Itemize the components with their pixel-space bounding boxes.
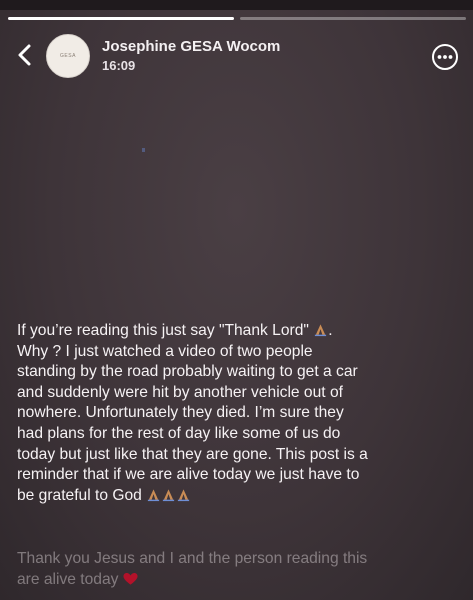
praying-hands-icon	[178, 489, 190, 501]
story-progress-segment-2	[240, 17, 466, 20]
story-progress-segment-1	[8, 17, 234, 20]
story-faded-line-2: are alive today	[17, 570, 119, 588]
status-strip	[0, 0, 473, 10]
back-button[interactable]	[12, 42, 38, 68]
story-text-line-1: If you’re reading this just say "Thank L…	[17, 322, 309, 339]
praying-hands-icon	[315, 324, 327, 337]
post-time: 16:09	[102, 58, 136, 73]
more-options-icon	[432, 44, 458, 70]
avatar-logo-text: GESA	[60, 53, 76, 59]
avatar[interactable]: GESA	[46, 34, 90, 78]
praying-hands-icon	[148, 489, 160, 501]
heart-icon	[123, 572, 138, 585]
story-viewer: GESA Josephine GESA Wocom 16:09 If you’r…	[0, 0, 473, 600]
image-artifact	[142, 148, 145, 152]
story-text: If you’re reading this just say "Thank L…	[17, 322, 368, 504]
praying-hands-icon	[163, 489, 175, 501]
chevron-left-icon	[18, 44, 31, 66]
story-text-faded: Thank you Jesus and I and the person rea…	[17, 549, 465, 590]
poster-name[interactable]: Josephine GESA Wocom	[102, 38, 280, 55]
progress-fill-1	[8, 17, 234, 20]
story-faded-line-1: Thank you Jesus and I and the person rea…	[17, 550, 368, 567]
story-text-body: Why ? I just watched a video of two peop…	[17, 342, 368, 504]
more-options-button[interactable]	[431, 43, 459, 71]
